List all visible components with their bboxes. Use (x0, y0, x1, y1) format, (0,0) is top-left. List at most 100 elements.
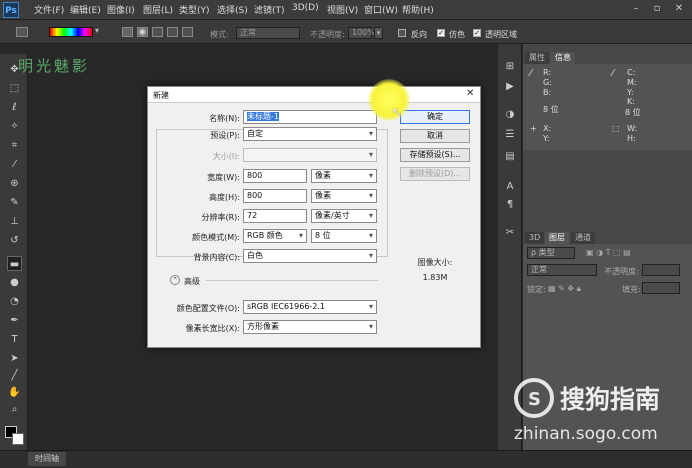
menu-layer[interactable]: 图层(L) (143, 3, 173, 16)
color-profile-select[interactable]: sRGB IEC61966-2.1 ▾ (243, 300, 377, 314)
zoom-tool-icon[interactable]: ⌕ (7, 402, 22, 417)
layer-kind-filter[interactable]: ρ 类型 (527, 247, 575, 259)
menu-select[interactable]: 选择(S) (217, 3, 248, 16)
ok-button[interactable]: 确定 (400, 110, 470, 124)
color-mode-label: 颜色模式(M): (192, 233, 240, 242)
blur-tool-icon[interactable]: ● (7, 275, 22, 290)
tab-3d[interactable]: 3D (525, 232, 545, 244)
close-icon[interactable]: ✕ (466, 88, 474, 99)
chevron-down-icon[interactable]: ▾ (95, 26, 99, 35)
mode-select[interactable]: 正常 (236, 27, 300, 39)
crop-tool-icon[interactable]: ⌗ (7, 138, 22, 153)
gradient-tool-active-icon[interactable]: ▬ (7, 256, 22, 271)
menu-type[interactable]: 类型(Y) (179, 3, 210, 16)
name-label: 名称(N): (209, 114, 240, 123)
aspect-ratio-select[interactable]: 方形像素 ▾ (243, 320, 377, 334)
tab-channels[interactable]: 通道 (571, 232, 595, 244)
background-select[interactable]: 白色 ▾ (243, 249, 377, 263)
tab-timeline[interactable]: 时间轴 (28, 452, 66, 466)
layer-opacity-input[interactable] (642, 264, 680, 276)
menu-image[interactable]: 图像(I) (107, 3, 135, 16)
reflected-gradient-icon[interactable] (167, 27, 178, 37)
menu-edit[interactable]: 编辑(E) (70, 3, 101, 16)
width-unit-select[interactable]: 像素 ▾ (311, 169, 377, 183)
path-select-icon[interactable]: ➤ (7, 351, 22, 366)
radial-gradient-icon[interactable] (137, 27, 148, 37)
bit-depth-select[interactable]: 8 位 ▾ (311, 229, 377, 243)
line-tool-icon[interactable]: ╱ (7, 368, 22, 383)
linear-gradient-icon[interactable] (122, 27, 133, 37)
opacity-input[interactable]: 100% (348, 27, 375, 39)
angle-gradient-icon[interactable] (152, 27, 163, 37)
reverse-checkbox[interactable] (398, 29, 406, 37)
collapse-advanced-icon[interactable]: ⌃ (170, 275, 180, 285)
tools-icon[interactable]: ✂ (503, 226, 517, 240)
dialog-titlebar (148, 87, 480, 103)
width-input[interactable]: 800 (243, 169, 307, 183)
layer-filter-icons[interactable]: ▣ ◑ T ⬚ ▤ (586, 248, 631, 257)
width-label: 宽度(W): (207, 173, 240, 182)
size-select[interactable]: ▾ (243, 148, 377, 162)
play-icon[interactable]: ▶ (503, 80, 517, 94)
history-brush-icon[interactable]: ↺ (7, 233, 22, 248)
history-icon[interactable]: ⊞ (503, 60, 517, 74)
menu-help[interactable]: 帮助(H) (402, 3, 434, 16)
info-k: K: (627, 97, 635, 106)
character-icon[interactable]: A (503, 180, 517, 194)
gradient-tool-icon[interactable] (16, 27, 28, 37)
eyedropper-icon[interactable]: ⁄ (7, 157, 22, 172)
pen-tool-icon[interactable]: ✒ (7, 313, 22, 328)
tab-properties[interactable]: 属性 (525, 52, 549, 64)
height-input[interactable]: 800 (243, 189, 307, 203)
tab-layers[interactable]: 图层 (545, 232, 569, 244)
marquee-tool-icon[interactable]: ⬚ (7, 81, 22, 96)
adjust-icon[interactable]: ◑ (503, 108, 517, 122)
lock-icons[interactable]: ▦ ✎ ✥ 🔒︎ (548, 284, 581, 294)
menu-filter[interactable]: 滤镜(T) (254, 3, 285, 16)
cancel-button[interactable]: 取消 (400, 129, 470, 143)
close-icon[interactable]: ✕ (671, 2, 687, 16)
info-bits-left: 8 位 (543, 105, 559, 114)
dither-label: 仿色 (449, 30, 465, 39)
resolution-input[interactable]: 72 (243, 209, 307, 223)
type-tool-icon[interactable]: T (7, 332, 22, 347)
blend-mode-select[interactable]: 正常 (527, 264, 597, 276)
options-bar (0, 20, 692, 44)
layer-fill-input[interactable] (642, 282, 680, 294)
diamond-gradient-icon[interactable] (182, 27, 193, 37)
tab-info[interactable]: 信息 (551, 52, 575, 64)
sliders-icon[interactable]: ☰ (503, 128, 517, 142)
maximize-icon[interactable]: ▫ (649, 2, 665, 16)
stamp-tool-icon[interactable]: ⊥ (7, 214, 22, 229)
minimize-icon[interactable]: – (628, 2, 644, 16)
dodge-tool-icon[interactable]: ◔ (7, 294, 22, 309)
menu-file[interactable]: 文件(F) (34, 3, 64, 16)
magic-wand-icon[interactable]: ✧ (7, 119, 22, 134)
height-unit-value: 像素 (315, 191, 331, 200)
delete-preset-button[interactable]: 删除预设(D)... (400, 167, 470, 181)
color-mode-select[interactable]: RGB 颜色 ▾ (243, 229, 307, 243)
name-input[interactable]: 未标题-1 (243, 110, 377, 124)
menu-3d[interactable]: 3D(D) (292, 3, 319, 13)
paragraph-icon[interactable]: ¶ (503, 198, 517, 212)
transparency-checkbox[interactable]: ✓ (473, 29, 481, 37)
menu-window[interactable]: 窗口(W) (364, 3, 398, 16)
dither-checkbox[interactable]: ✓ (437, 29, 445, 37)
lasso-tool-icon[interactable]: ℓ (7, 100, 22, 115)
menu-view[interactable]: 视图(V) (327, 3, 358, 16)
divider (206, 280, 378, 281)
dialog-title: 新建 (153, 91, 169, 100)
resolution-unit-select[interactable]: 像素/英寸 ▾ (311, 209, 377, 223)
height-unit-select[interactable]: 像素 ▾ (311, 189, 377, 203)
brush-tool-icon[interactable]: ✎ (7, 195, 22, 210)
save-preset-button[interactable]: 存储预设(S)... (400, 148, 470, 162)
preset-value: 自定 (247, 129, 263, 138)
hand-tool-icon[interactable]: ✋ (7, 385, 22, 400)
info-r: R: (543, 68, 552, 77)
healing-brush-icon[interactable]: ⊕ (7, 176, 22, 191)
chevron-down-icon[interactable]: ▾ (374, 27, 383, 39)
gradient-swatch[interactable] (49, 27, 93, 37)
background-color-swatch[interactable] (12, 433, 24, 445)
preset-select[interactable]: 自定 ▾ (243, 127, 377, 141)
layers-comp-icon[interactable]: ▤ (503, 150, 517, 164)
